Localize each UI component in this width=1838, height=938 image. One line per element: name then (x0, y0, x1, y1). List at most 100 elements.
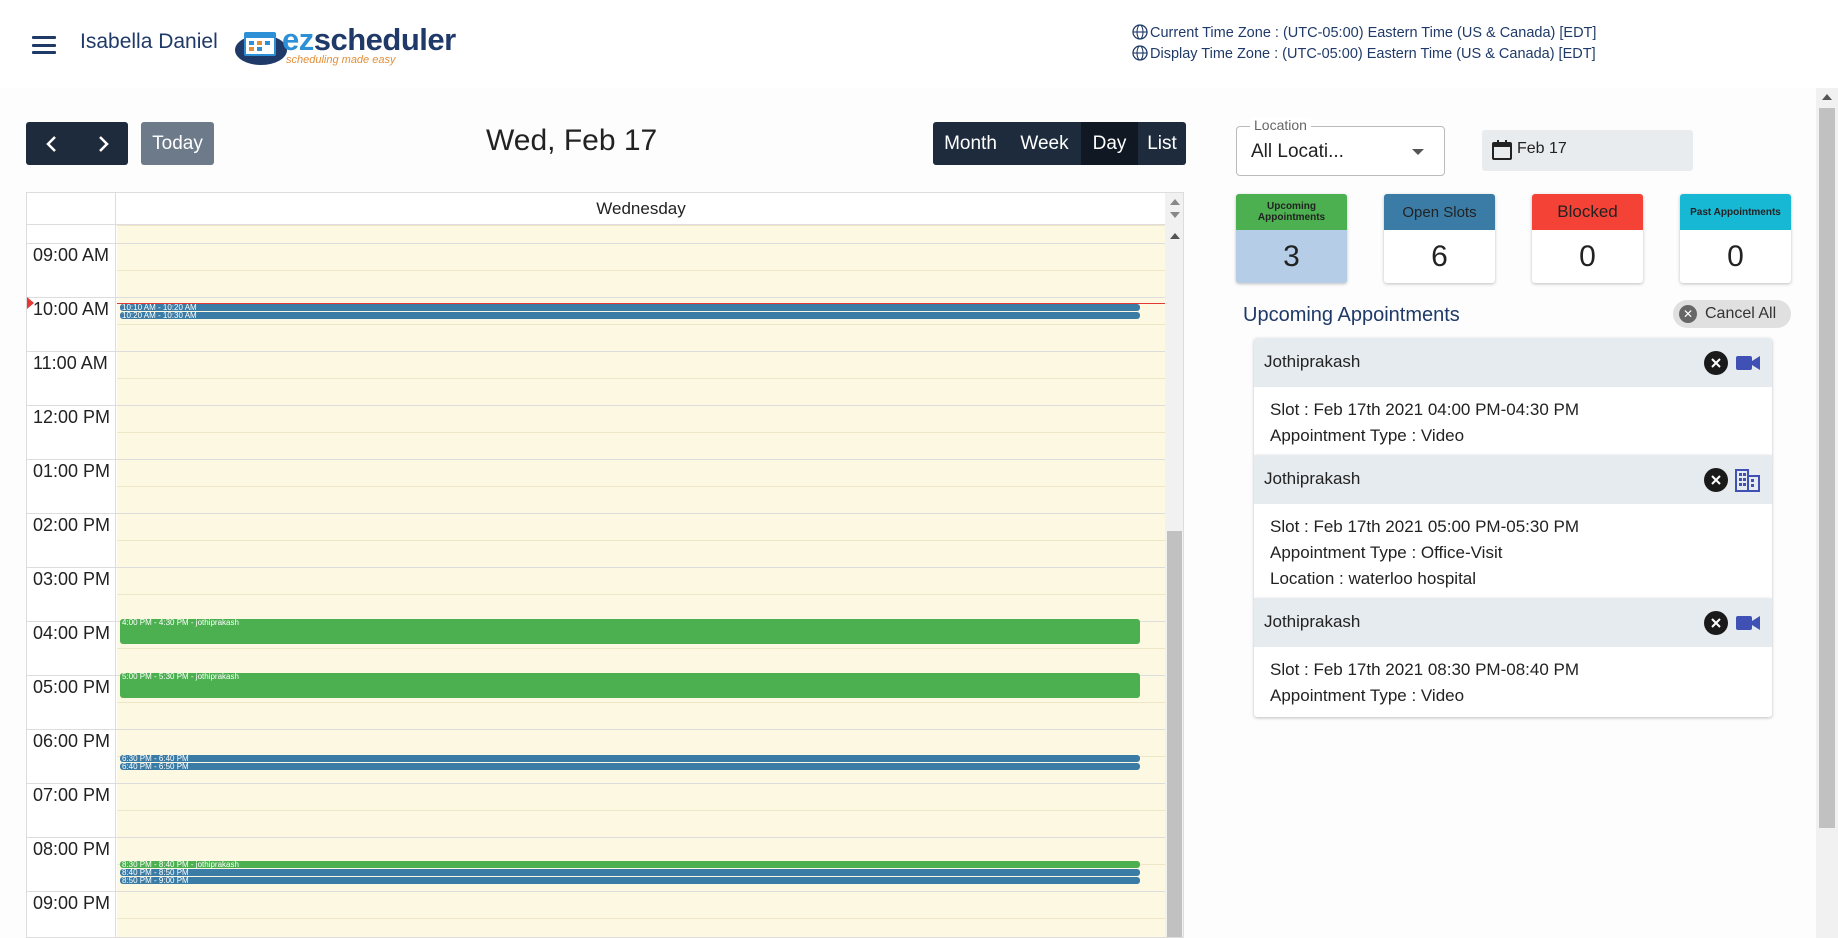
half-hour-gridline (117, 540, 1165, 541)
appointment-event[interactable]: 4:00 PM - 4:30 PM - jothiprakash (120, 619, 1140, 644)
calendar-scrollbar[interactable] (1165, 193, 1183, 937)
scroll-up-icon[interactable] (1822, 94, 1832, 100)
half-hour-gridline (117, 648, 1165, 649)
chevron-right-icon (98, 135, 109, 152)
hour-label: 10:00 AM (33, 299, 110, 319)
open-slot-event[interactable]: 8:40 PM - 8:50 PM (120, 869, 1140, 876)
hour-label: 07:00 PM (33, 785, 111, 805)
video-icon[interactable] (1735, 351, 1761, 375)
hour-gridline (27, 729, 1165, 730)
next-button[interactable] (77, 122, 128, 165)
appointment-slot: Slot : Feb 17th 2021 05:00 PM-05:30 PM (1270, 517, 1580, 536)
hour-label: 06:00 PM (33, 731, 111, 751)
cancel-appointment-button[interactable] (1704, 351, 1728, 375)
hour-gridline (27, 567, 1165, 568)
patient-name: Jothiprakash (1264, 469, 1361, 488)
appointment-card: Jothiprakash Slot : Feb 17th 2021 05:00 … (1254, 455, 1772, 600)
hour-label: 04:00 PM (33, 623, 111, 643)
axis-header-spacer (27, 193, 116, 225)
open-slot-event[interactable]: 6:30 PM - 6:40 PM (120, 755, 1140, 762)
view-day-button[interactable]: Day (1081, 122, 1138, 165)
location-label: Location (1250, 117, 1311, 133)
hour-gridline (27, 459, 1165, 460)
half-hour-gridline (117, 486, 1165, 487)
appointment-event[interactable]: 8:30 PM - 8:40 PM - jothiprakash (120, 861, 1140, 868)
open-slot-event[interactable]: 8:50 PM - 9:00 PM (120, 877, 1140, 884)
half-hour-gridline (117, 702, 1165, 703)
stat-value: 0 (1727, 239, 1744, 273)
day-calendar: Wednesday 09:00 AM 10:00 AM 11:00 AM 12:00 … (26, 192, 1184, 938)
user-name: Isabella Daniel (80, 30, 218, 53)
chevron-down-icon (1412, 149, 1424, 155)
view-week-button[interactable]: Week (1008, 122, 1081, 165)
scroll-up-icon[interactable] (1170, 199, 1180, 205)
calendar-body[interactable]: 09:00 AM 10:00 AM 11:00 AM 12:00 PM 01:00 PM… (27, 225, 1165, 937)
hour-label: 02:00 PM (33, 515, 111, 535)
app-logo[interactable]: ezscheduler scheduling made easy (232, 18, 456, 68)
open-slot-event[interactable]: 10:20 AM - 10:30 AM (120, 312, 1140, 319)
top-header: Isabella Daniel ezscheduler scheduling m… (0, 0, 1838, 88)
appointment-type: Appointment Type : Video (1270, 686, 1465, 705)
open-slot-event[interactable]: 6:40 PM - 6:50 PM (120, 763, 1140, 770)
appointment-slot: Slot : Feb 17th 2021 08:30 PM-08:40 PM (1270, 660, 1580, 679)
hour-gridline (27, 837, 1165, 838)
patient-name: Jothiprakash (1264, 612, 1361, 631)
patient-name: Jothiprakash (1264, 352, 1361, 371)
today-button[interactable]: Today (141, 122, 214, 165)
appointment-card: Jothiprakash Slot : Feb 17th 2021 08:30 … (1254, 598, 1772, 717)
current-time-marker (27, 297, 34, 309)
day-column[interactable] (117, 225, 1165, 937)
stat-blocked[interactable]: Blocked 0 (1532, 194, 1643, 283)
hour-gridline (27, 351, 1165, 352)
appointment-details: Slot : Feb 17th 2021 04:00 PM-04:30 PM A… (1254, 387, 1772, 457)
scroll-up-icon[interactable] (1170, 233, 1180, 239)
date-nav-group (26, 122, 128, 165)
close-icon (1711, 358, 1721, 368)
cancel-appointment-button[interactable] (1704, 611, 1728, 635)
menu-icon[interactable] (32, 36, 56, 54)
scroll-down-icon[interactable] (1170, 212, 1180, 218)
scroll-thumb[interactable] (1167, 531, 1182, 937)
globe-icon (1132, 45, 1148, 61)
location-select[interactable]: All Locati... (1236, 126, 1445, 176)
cancel-appointment-button[interactable] (1704, 468, 1728, 492)
stat-upcoming[interactable]: Upcoming Appointments 3 (1236, 194, 1347, 283)
appointment-slot: Slot : Feb 17th 2021 04:00 PM-04:30 PM (1270, 400, 1580, 419)
building-icon[interactable] (1735, 468, 1761, 492)
logo-tagline: scheduling made easy (286, 54, 396, 66)
open-slot-event[interactable]: 10:10 AM - 10:20 AM (120, 304, 1140, 311)
globe-icon (1132, 24, 1148, 40)
hour-label: 11:00 AM (33, 353, 108, 373)
page-scroll-thumb[interactable] (1819, 108, 1835, 828)
close-icon (1711, 618, 1721, 628)
half-hour-gridline (117, 225, 1165, 226)
date-value: Feb 17 (1517, 140, 1567, 157)
cancel-all-button[interactable]: ✕ Cancel All (1673, 300, 1791, 328)
view-list-button[interactable]: List (1138, 122, 1186, 165)
stat-open-slots[interactable]: Open Slots 6 (1384, 194, 1495, 283)
appointment-event[interactable]: 5:00 PM - 5:30 PM - jothiprakash (120, 673, 1140, 698)
hour-gridline (27, 243, 1165, 244)
appointment-type: Appointment Type : Office-Visit (1270, 543, 1503, 562)
hour-label: 03:00 PM (33, 569, 111, 589)
hour-gridline (27, 891, 1165, 892)
half-hour-gridline (117, 324, 1165, 325)
stat-past[interactable]: Past Appointments 0 (1680, 194, 1791, 283)
view-switcher: Month Week Day List (933, 122, 1186, 165)
cancel-all-label: Cancel All (1705, 305, 1777, 322)
hour-gridline (27, 297, 1165, 298)
view-month-button[interactable]: Month (933, 122, 1008, 165)
page-scrollbar[interactable] (1816, 88, 1838, 938)
date-picker[interactable]: Feb 17 (1482, 130, 1693, 171)
stat-value: 3 (1283, 239, 1300, 273)
stat-label: Past Appointments (1680, 194, 1791, 230)
chevron-left-icon (45, 135, 56, 152)
calendar-title: Wed, Feb 17 (486, 124, 658, 157)
appointment-card: Jothiprakash Slot : Feb 17th 2021 04:00 … (1254, 338, 1772, 457)
prev-button[interactable] (26, 122, 77, 165)
appointment-location: Location : waterloo hospital (1270, 569, 1477, 588)
video-icon[interactable] (1735, 611, 1761, 635)
appointment-header: Jothiprakash (1254, 338, 1772, 387)
calendar-header: Wednesday (27, 193, 1165, 225)
location-value: All Locati... (1251, 141, 1344, 162)
